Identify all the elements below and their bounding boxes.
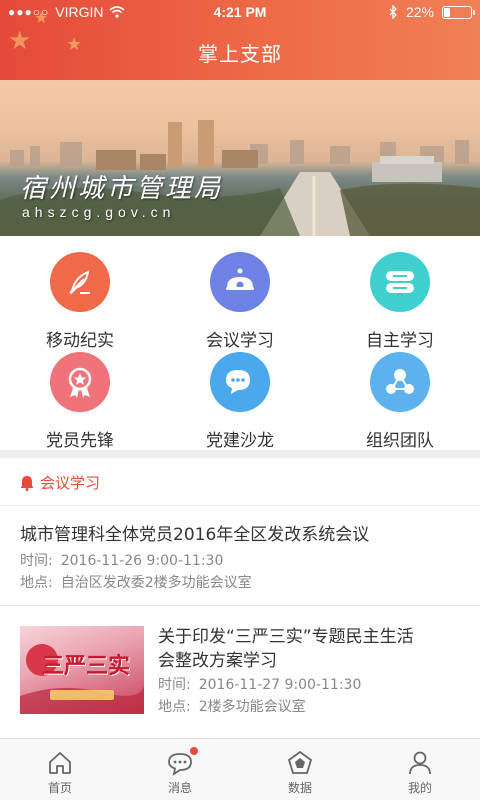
grid-item-label: 党建沙龙	[206, 431, 274, 451]
tab-home[interactable]: 首页	[0, 739, 120, 800]
tab-data[interactable]: 数据	[240, 739, 360, 800]
book-icon	[370, 252, 430, 312]
section-title: 会议学习	[40, 474, 101, 492]
item-time: 时间: 2016-11-27 9:00-11:30	[158, 674, 361, 694]
item-place: 地点: 自治区发改委2楼多功能会议室	[20, 572, 252, 592]
grid-item-org-team[interactable]: 组织团队	[320, 352, 480, 452]
place-value: 2楼多功能会议室	[198, 699, 306, 715]
thumbnail-text: 三严三实	[42, 653, 131, 679]
chat-icon	[210, 352, 270, 412]
item-thumbnail: 三严三实	[20, 626, 144, 714]
grid-item-party-pioneer[interactable]: 党员先锋	[0, 352, 160, 452]
data-icon	[288, 751, 312, 774]
top-header: ★ ★ ★ ●●●○○ VIRGIN 4:21 PM 22% 掌上支部	[0, 0, 480, 80]
grid-item-label: 移动纪实	[46, 331, 114, 351]
banner-url: ahszcg.gov.cn	[22, 204, 176, 220]
meeting-icon	[210, 252, 270, 312]
grid-item-label: 党员先锋	[46, 431, 114, 451]
grid-item-label: 自主学习	[366, 331, 434, 351]
time-value: 2016-11-27 9:00-11:30	[198, 677, 362, 693]
tab-label: 我的	[407, 781, 432, 795]
bluetooth-icon	[389, 5, 397, 19]
list-item[interactable]: 三严三实 关于印发“三严三实”专题民主生活 会整改方案学习 时间: 2016-11…	[0, 606, 480, 730]
place-value: 自治区发改委2楼多功能会议室	[60, 575, 252, 591]
item-title-line2: 会整改方案学习	[158, 651, 277, 671]
feather-icon	[50, 252, 110, 312]
tab-label: 首页	[47, 781, 72, 795]
place-label: 地点:	[158, 699, 191, 715]
unread-badge-dot	[190, 747, 198, 755]
battery-icon	[442, 5, 475, 19]
list-item[interactable]: 城市管理科全体党员2016年全区发改系统会议 时间: 2016-11-26 9:0…	[0, 506, 480, 606]
grid-item-meeting-study[interactable]: 会议学习	[160, 252, 320, 352]
item-title-line1: 关于印发“三严三实”专题民主生活	[158, 627, 414, 647]
time-label: 时间:	[158, 677, 191, 693]
section-divider	[0, 450, 480, 458]
tab-profile[interactable]: 我的	[360, 739, 480, 800]
medal-icon	[50, 352, 110, 412]
section-header: 会议学习	[0, 458, 480, 506]
battery-level	[444, 7, 450, 17]
function-grid: 移动纪实 会议学习 自主学习 党员先锋 党建沙龙 组织团队	[0, 240, 480, 451]
item-title: 城市管理科全体党员2016年全区发改系统会议	[20, 525, 370, 545]
home-icon	[49, 752, 71, 774]
banner-image[interactable]: 宿州城市管理局 ahszcg.gov.cn	[0, 80, 480, 236]
grid-item-label: 会议学习	[206, 331, 274, 351]
battery-percent: 22%	[405, 4, 434, 20]
tab-bar: 首页 消息 数据 我的	[0, 738, 480, 800]
time-label: 时间:	[20, 553, 53, 569]
page-title: 掌上支部	[198, 42, 282, 66]
bell-icon	[20, 476, 34, 491]
place-label: 地点:	[20, 575, 53, 591]
grid-item-party-salon[interactable]: 党建沙龙	[160, 352, 320, 452]
team-icon	[370, 352, 430, 412]
grid-item-self-study[interactable]: 自主学习	[320, 252, 480, 352]
status-bar: ●●●○○ VIRGIN 4:21 PM 22%	[0, 0, 480, 26]
grid-item-mobile-record[interactable]: 移动纪实	[0, 252, 160, 352]
item-time: 时间: 2016-11-26 9:00-11:30	[20, 550, 223, 570]
tab-messages[interactable]: 消息	[120, 739, 240, 800]
user-icon	[409, 751, 431, 775]
grid-item-label: 组织团队	[366, 431, 434, 451]
tab-label: 消息	[167, 781, 192, 795]
banner-calligraphy: 宿州城市管理局	[20, 174, 224, 204]
time-value: 2016-11-26 9:00-11:30	[60, 553, 224, 569]
item-place: 地点: 2楼多功能会议室	[158, 696, 306, 716]
tab-label: 数据	[287, 781, 312, 795]
